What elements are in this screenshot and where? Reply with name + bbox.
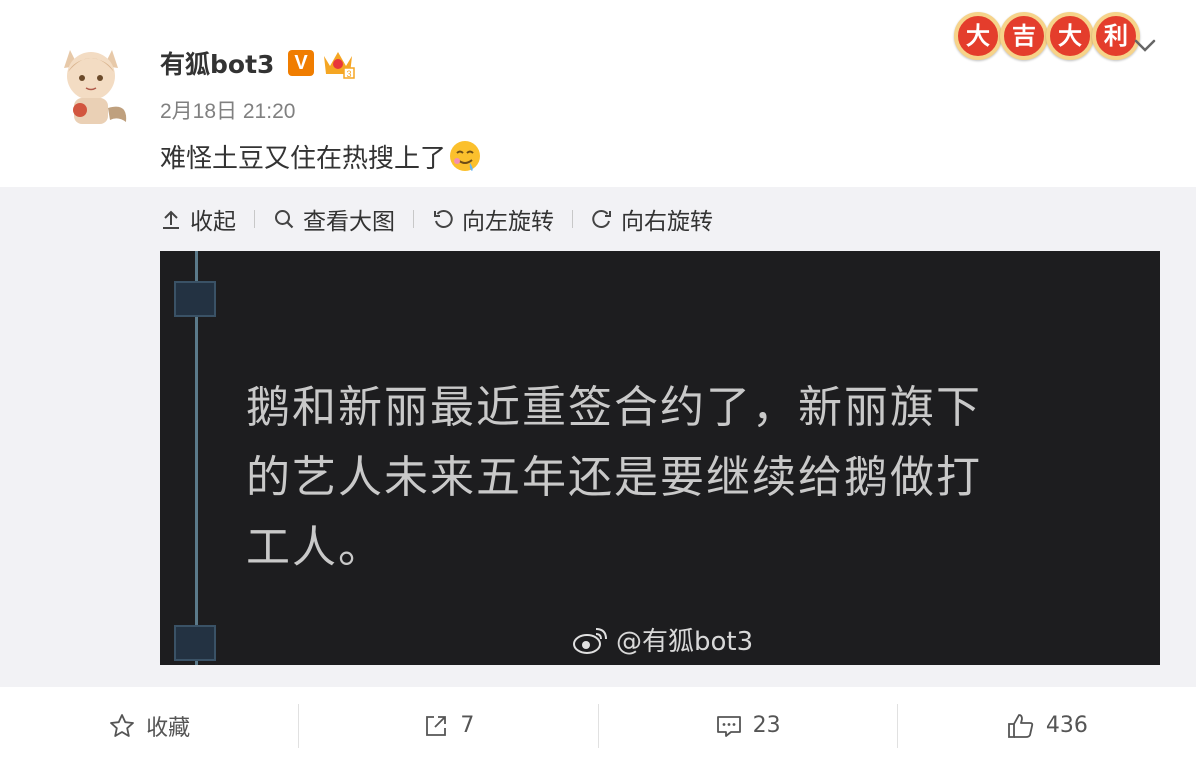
- comment-count: 23: [752, 713, 781, 738]
- collapse-button[interactable]: 收起: [160, 202, 236, 236]
- post-text-content: 难怪土豆又住在热搜上了: [160, 144, 447, 174]
- timeline-node: [174, 281, 216, 317]
- rotate-left-button[interactable]: 向左旋转: [432, 202, 554, 236]
- image-text-line: 工人。: [246, 522, 384, 573]
- post-text: 难怪土豆又住在热搜上了: [160, 138, 482, 175]
- username[interactable]: 有狐bot3: [160, 45, 274, 81]
- search-icon: [275, 210, 294, 229]
- share-count: 7: [460, 713, 475, 738]
- like-button[interactable]: 436: [898, 704, 1196, 748]
- image-text-line: 的艺人未来五年还是要继续给鹅做打: [246, 452, 982, 503]
- collapse-label: 收起: [190, 209, 236, 235]
- drooling-face-icon: [450, 141, 481, 171]
- share-button[interactable]: 7: [299, 704, 597, 748]
- media-toolbar: 收起 查看大图 向左旋转 向右旋转: [160, 202, 713, 236]
- toolbar-divider: [572, 210, 573, 228]
- post-header: 有狐bot3 V 3 2月18日 21:20 难怪土豆又住在热搜上了 大 吉 大…: [0, 0, 1196, 187]
- timeline-node: [174, 625, 216, 661]
- rotate-left-label: 向左旋转: [462, 209, 554, 235]
- watermark: @有狐bot3: [572, 621, 753, 658]
- collapse-icon: [163, 210, 179, 229]
- toolbar-divider: [254, 210, 255, 228]
- chevron-down-icon[interactable]: [1130, 30, 1160, 60]
- verified-badge: V: [288, 50, 314, 76]
- share-icon: [426, 715, 447, 736]
- post-image[interactable]: 鹅和新丽最近重签合约了，新丽旗下 的艺人未来五年还是要继续给鹅做打 工人。 @有…: [160, 251, 1160, 665]
- view-large-label: 查看大图: [303, 209, 395, 235]
- vip-crown-icon: 3: [324, 52, 355, 79]
- rotate-right-button[interactable]: 向右旋转: [591, 202, 713, 236]
- svg-text:3: 3: [346, 69, 351, 79]
- rotate-left-icon: [434, 210, 453, 228]
- favorite-label: 收藏: [146, 715, 191, 741]
- toolbar-divider: [413, 210, 414, 228]
- banner-char: 大: [954, 12, 1002, 60]
- banner-char: 吉: [1000, 12, 1048, 60]
- action-bar: 收藏 7 23 436: [0, 687, 1196, 764]
- banner-char: 大: [1046, 12, 1094, 60]
- post-timestamp[interactable]: 2月18日 21:20: [160, 95, 295, 125]
- image-text: 鹅和新丽最近重签合约了，新丽旗下 的艺人未来五年还是要继续给鹅做打 工人。: [246, 373, 1106, 583]
- comment-icon: [716, 715, 741, 737]
- watermark-text: @有狐bot3: [616, 627, 754, 657]
- rotate-right-label: 向右旋转: [621, 209, 713, 235]
- weibo-logo-icon: [573, 627, 607, 654]
- image-text-line: 鹅和新丽最近重签合约了，新丽旗下: [246, 382, 982, 433]
- avatar[interactable]: [50, 38, 132, 134]
- rotate-right-icon: [592, 210, 611, 228]
- new-year-banner[interactable]: 大 吉 大 利: [954, 12, 1140, 62]
- thumbs-up-icon: [1007, 713, 1034, 738]
- comment-button[interactable]: 23: [599, 704, 897, 748]
- view-large-button[interactable]: 查看大图: [273, 202, 395, 236]
- favorite-button[interactable]: 收藏: [0, 704, 298, 748]
- like-count: 436: [1045, 713, 1088, 738]
- media-area: 收起 查看大图 向左旋转 向右旋转 鹅和新丽最近重签合约了，新丽旗下 的艺人未来…: [0, 187, 1196, 687]
- star-icon: [110, 713, 135, 737]
